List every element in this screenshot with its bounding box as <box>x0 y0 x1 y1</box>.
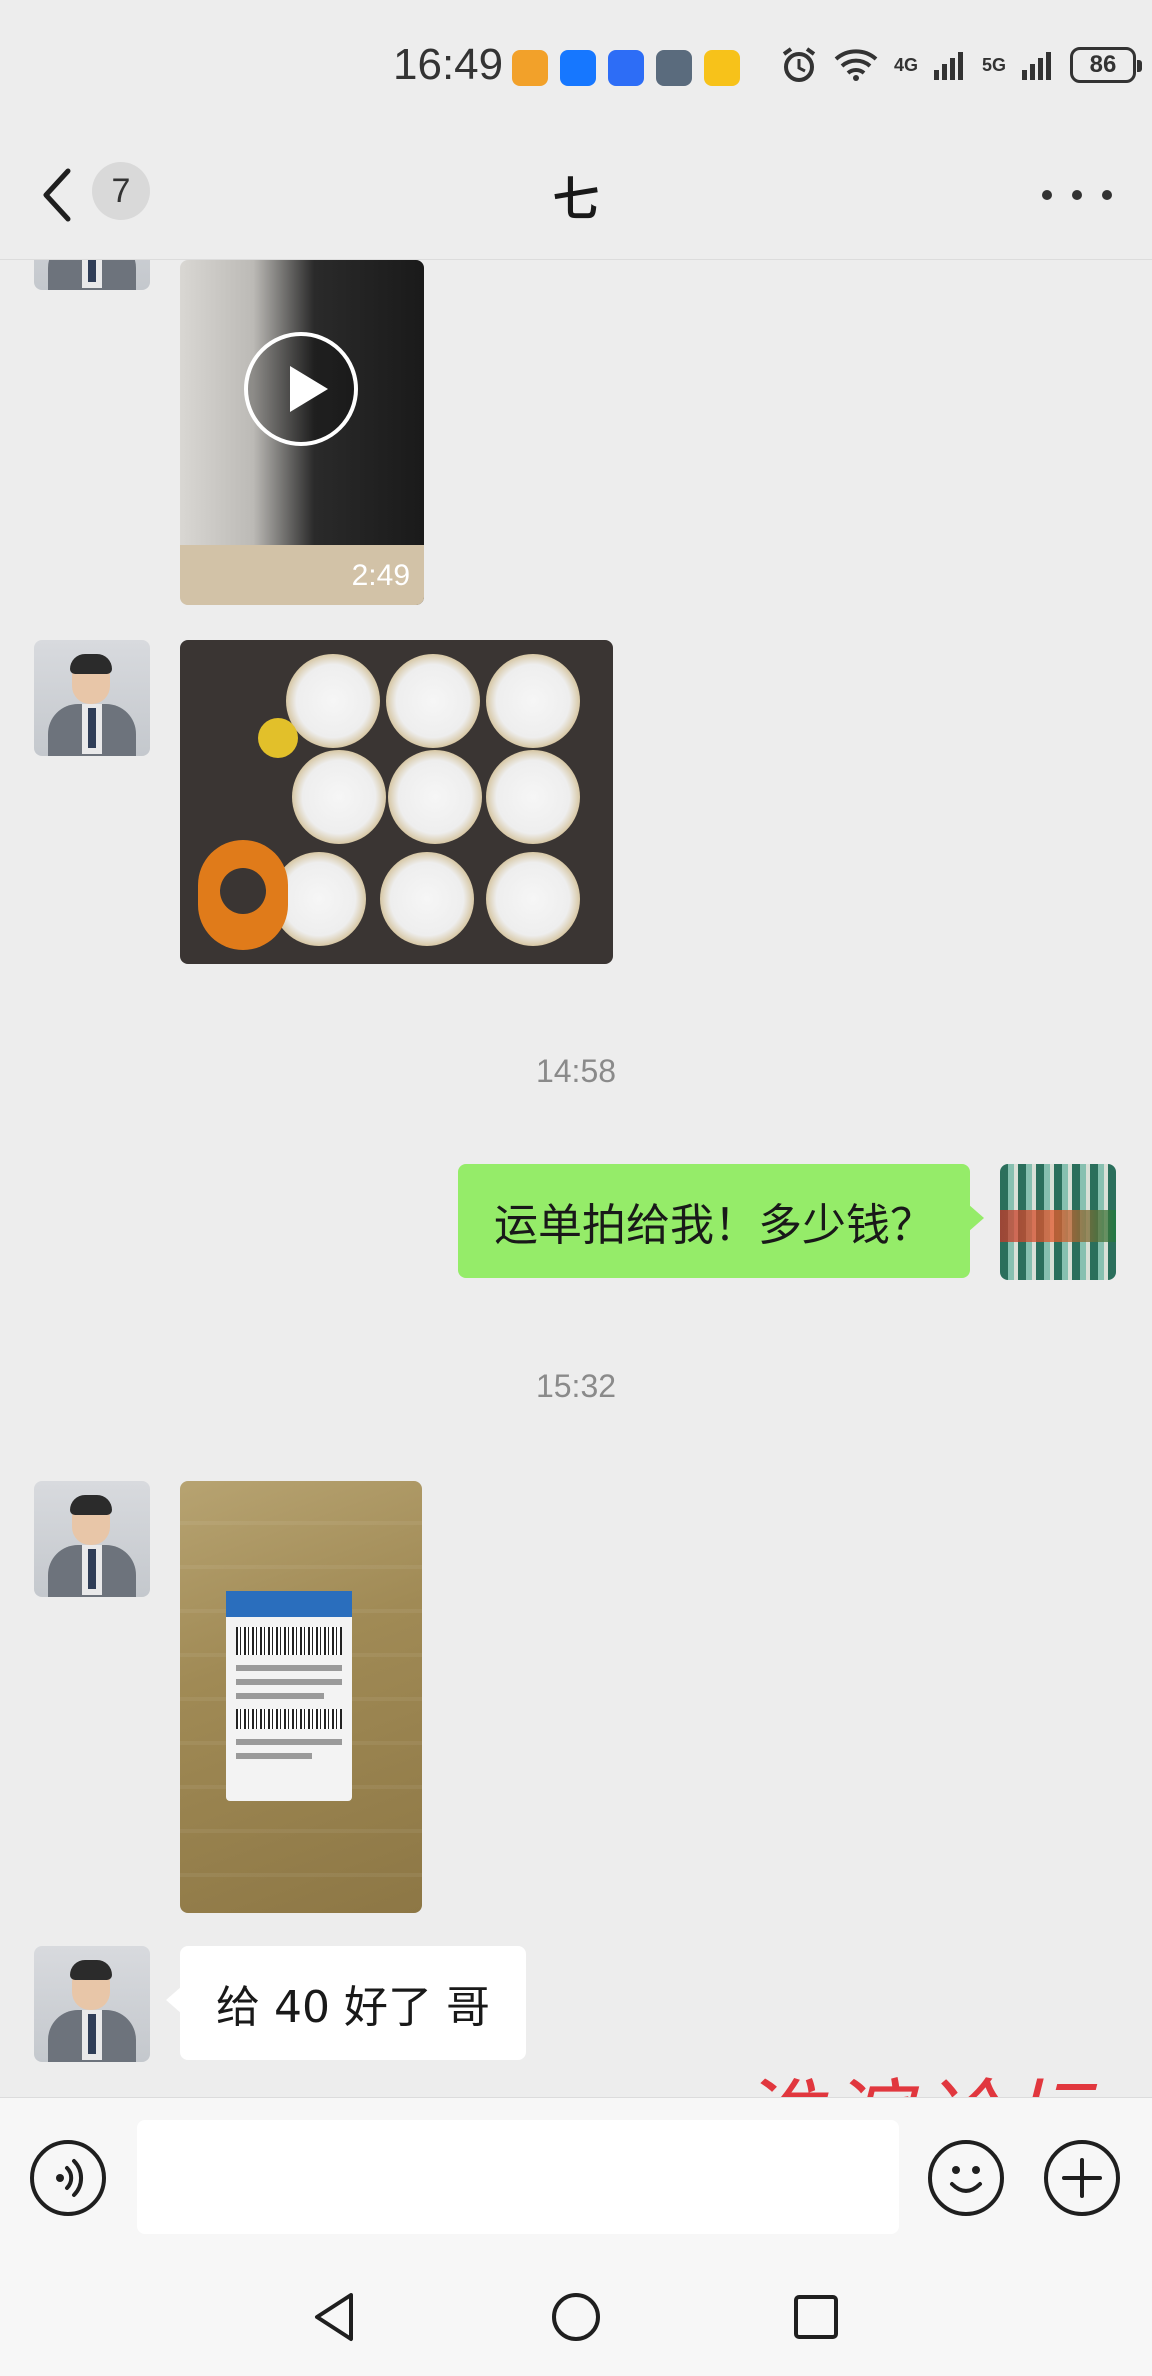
notification-app-icon <box>512 50 548 86</box>
signal-icon <box>1022 52 1052 80</box>
tape-dispenser <box>198 840 288 950</box>
sent-message-bubble[interactable]: 运单拍给我！多少钱？ <box>458 1164 984 1278</box>
message-input-bar <box>0 2097 1152 2257</box>
circle-home-icon <box>552 2293 600 2341</box>
tape-roll <box>286 654 380 748</box>
contact-avatar[interactable] <box>34 1946 150 2062</box>
tape-roll <box>292 750 386 844</box>
tape-roll <box>380 852 474 946</box>
dot <box>1072 190 1082 200</box>
network-4g-label: 4G <box>894 54 919 75</box>
more-actions-button[interactable] <box>1044 2140 1120 2216</box>
dot <box>1102 190 1112 200</box>
image-message[interactable] <box>180 1481 422 1913</box>
contact-avatar[interactable] <box>34 640 150 756</box>
game-app-icon <box>656 50 692 86</box>
voice-input-button[interactable] <box>30 2140 106 2216</box>
taxi-app-icon <box>704 50 740 86</box>
timestamp: 15:32 <box>535 1368 617 1404</box>
received-message-bubble[interactable]: 给 40 好了 哥 <box>166 1946 526 2060</box>
dot <box>1042 190 1052 200</box>
shipping-label <box>226 1591 352 1801</box>
network-5g-label: 5G <box>982 54 1007 75</box>
nav-back-button[interactable] <box>295 2277 375 2357</box>
video-message[interactable]: 2:49 <box>180 260 424 605</box>
notification-icons <box>512 50 740 86</box>
alarm-icon <box>782 47 816 82</box>
square-recents-icon <box>794 2295 838 2339</box>
measuring-tape <box>258 718 298 758</box>
my-avatar[interactable] <box>1000 1164 1116 1280</box>
message-input[interactable] <box>137 2120 899 2234</box>
emoji-icon <box>950 2166 982 2193</box>
nav-recents-button[interactable] <box>776 2277 856 2357</box>
plus-icon <box>1062 2158 1102 2198</box>
tape-roll <box>386 654 480 748</box>
status-bar: 16:49 4G 5G 86 <box>0 0 1152 135</box>
voice-app-icon <box>608 50 644 86</box>
more-options-button[interactable] <box>1042 175 1112 215</box>
chat-messages[interactable]: 2:49 14:58 运单拍给我！多少钱？ 15:32 给 40 好了 哥 <box>0 260 1152 2097</box>
nav-home-button[interactable] <box>536 2277 616 2357</box>
contact-avatar[interactable] <box>34 260 150 290</box>
signal-icon <box>934 52 964 80</box>
play-icon[interactable] <box>244 332 358 446</box>
tape-roll <box>388 750 482 844</box>
image-message[interactable] <box>180 640 613 964</box>
emoji-button[interactable] <box>928 2140 1004 2216</box>
wifi-icon <box>834 49 878 81</box>
system-navigation-bar <box>0 2257 1152 2376</box>
system-icons: 4G 5G 86 <box>780 46 1143 84</box>
video-duration: 2:49 <box>351 559 410 592</box>
tape-roll <box>486 750 580 844</box>
voice-icon <box>56 2159 84 2197</box>
status-time: 16:49 <box>393 40 504 89</box>
contact-avatar[interactable] <box>34 1481 150 1597</box>
chat-header: 7 七 <box>0 135 1152 260</box>
tape-roll <box>486 654 580 748</box>
chat-title: 七 <box>553 172 599 226</box>
tape-roll <box>486 852 580 946</box>
alipay-icon <box>560 50 596 86</box>
battery-indicator: 86 <box>1070 47 1143 83</box>
timestamp: 14:58 <box>535 1053 617 1089</box>
triangle-back-icon <box>315 2293 353 2341</box>
